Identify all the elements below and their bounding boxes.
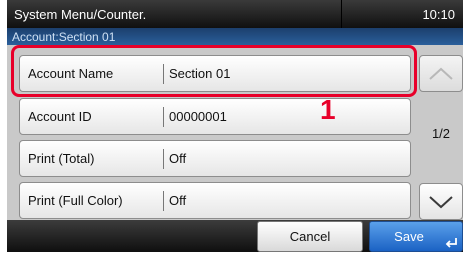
row-label: Print (Total) xyxy=(28,151,95,166)
scroll-up-button[interactable] xyxy=(419,55,463,92)
action-bar: Cancel Save xyxy=(7,220,463,252)
enter-arrow-icon xyxy=(445,238,457,248)
chevron-down-icon xyxy=(429,195,453,208)
touch-panel: System Menu/Counter. 10:10 Account:Secti… xyxy=(7,0,463,252)
save-button[interactable]: Save xyxy=(369,221,463,252)
print-total-row[interactable]: Print (Total) Off xyxy=(19,140,411,177)
save-label: Save xyxy=(394,229,424,244)
screen-title: System Menu/Counter. xyxy=(14,7,147,22)
selection-highlight xyxy=(11,45,417,97)
row-value: 00000001 xyxy=(169,109,227,124)
account-id-row[interactable]: Account ID 00000001 xyxy=(19,98,411,135)
scroll-down-button[interactable] xyxy=(419,183,463,220)
chevron-up-icon xyxy=(429,67,453,80)
row-divider xyxy=(163,107,164,127)
row-value: Off xyxy=(169,151,187,166)
print-full-color-row[interactable]: Print (Full Color) Off xyxy=(19,182,411,219)
title-divider xyxy=(341,0,342,28)
row-label: Account ID xyxy=(28,109,92,124)
page-indicator: 1/2 xyxy=(431,126,451,141)
title-bar: System Menu/Counter. 10:10 xyxy=(7,0,463,28)
breadcrumb: Account:Section 01 xyxy=(12,30,116,44)
cancel-button[interactable]: Cancel xyxy=(257,221,363,252)
clock: 10:10 xyxy=(422,7,455,22)
breadcrumb-bar: Account:Section 01 xyxy=(7,28,463,45)
row-label: Print (Full Color) xyxy=(28,193,123,208)
callout-number: 1 xyxy=(320,94,336,125)
row-value: Off xyxy=(169,193,187,208)
row-divider xyxy=(163,149,164,169)
row-divider xyxy=(163,191,164,211)
